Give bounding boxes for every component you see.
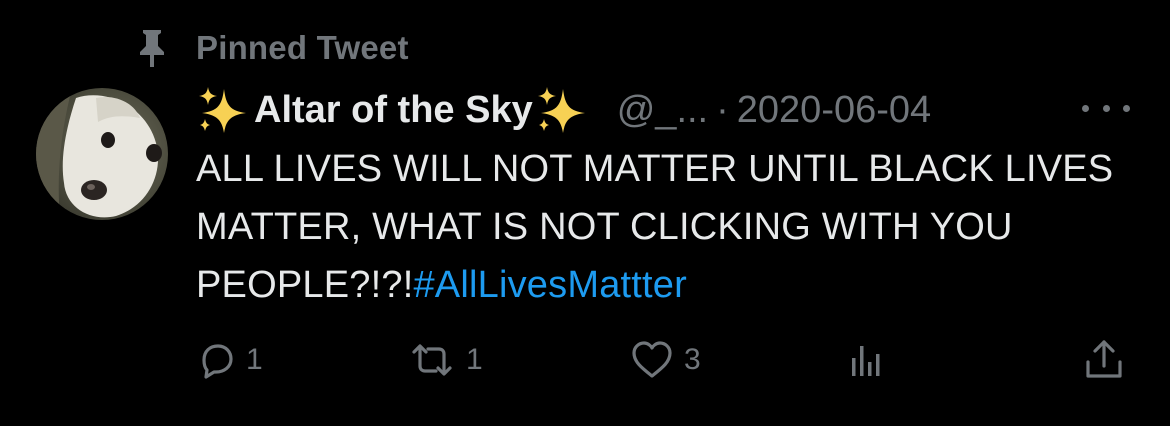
tweet-text: ALL LIVES WILL NOT MATTER UNTIL BLACK LI… xyxy=(196,140,1136,314)
analytics-button[interactable] xyxy=(846,334,890,386)
analytics-icon xyxy=(846,340,890,380)
retweet-icon xyxy=(408,340,456,380)
sparkles-icon xyxy=(196,85,252,135)
reply-count: 1 xyxy=(246,343,263,376)
tweet-date[interactable]: 2020-06-04 xyxy=(737,89,931,132)
pinned-indicator: Pinned Tweet xyxy=(136,26,409,70)
more-icon[interactable] xyxy=(1082,96,1130,120)
more-dot xyxy=(1102,104,1110,112)
heart-icon xyxy=(630,340,674,380)
more-dot xyxy=(1123,104,1130,112)
hashtag-link[interactable]: #AllLivesMattter xyxy=(413,264,687,306)
reply-button[interactable]: 1 xyxy=(196,334,263,386)
pin-icon xyxy=(136,28,168,68)
pinned-label: Pinned Tweet xyxy=(196,29,409,66)
tweet-actions: 1 1 3 xyxy=(196,334,1136,386)
avatar[interactable] xyxy=(36,88,168,220)
sparkles-icon xyxy=(535,85,591,135)
handle[interactable]: @_... xyxy=(617,89,708,132)
share-button[interactable] xyxy=(1082,334,1126,386)
retweet-button[interactable]: 1 xyxy=(408,334,483,386)
tweet-header: Altar of the Sky @_... · 2020-06-04 xyxy=(196,82,931,138)
separator: · xyxy=(716,88,729,131)
like-count: 3 xyxy=(684,343,701,376)
share-icon xyxy=(1082,338,1126,382)
like-button[interactable]: 3 xyxy=(630,334,701,386)
more-dot xyxy=(1082,104,1089,112)
retweet-count: 1 xyxy=(466,343,483,376)
reply-icon xyxy=(196,340,236,380)
display-name[interactable]: Altar of the Sky xyxy=(254,89,533,132)
